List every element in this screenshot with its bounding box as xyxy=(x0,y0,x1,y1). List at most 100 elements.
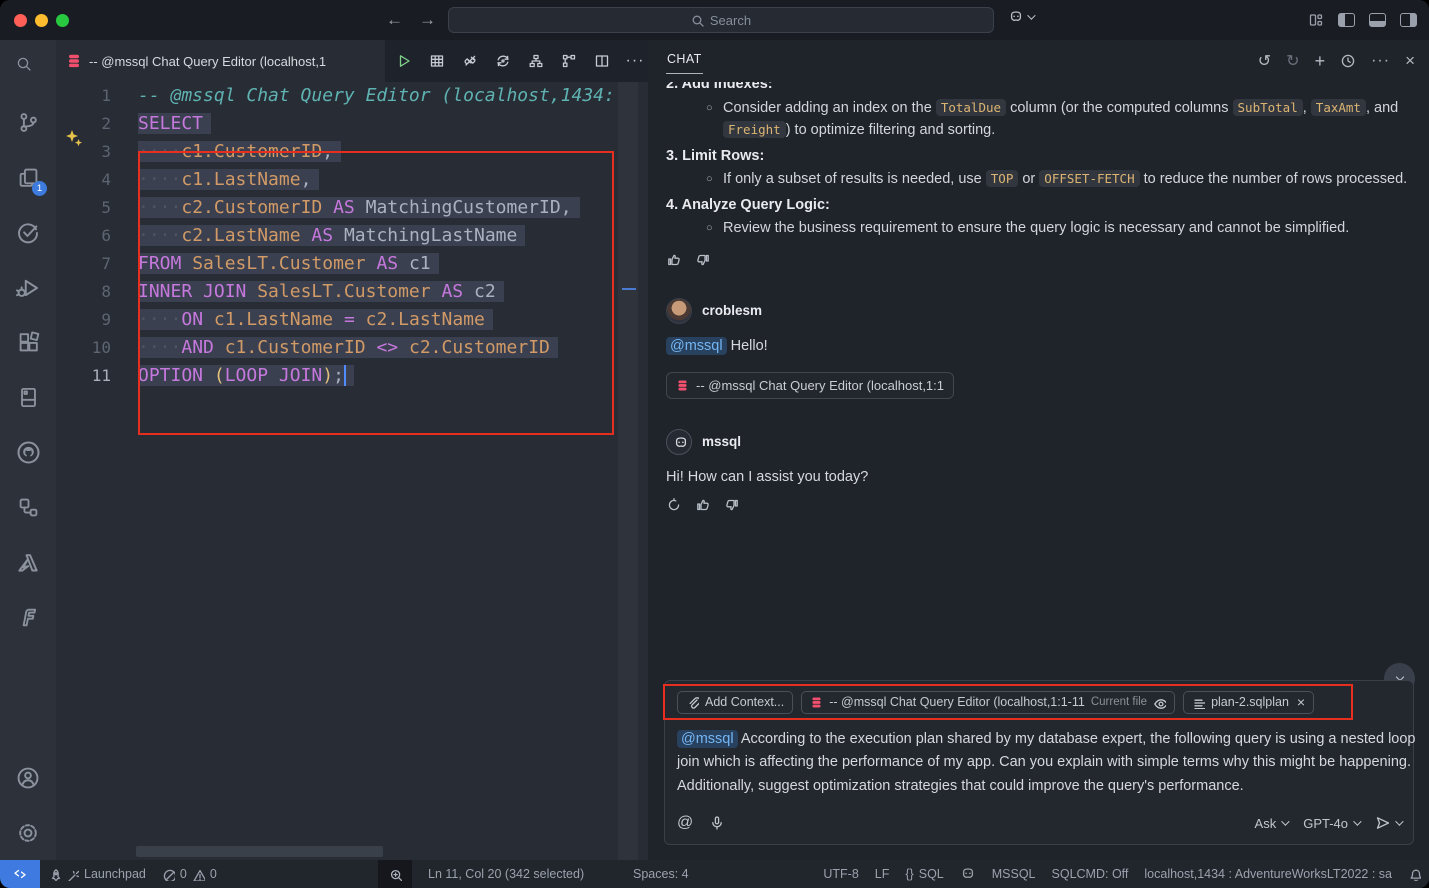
launchpad-button[interactable]: Launchpad xyxy=(40,860,154,888)
minimize-window-button[interactable] xyxy=(35,14,48,27)
new-chat-icon[interactable]: + xyxy=(1315,51,1326,72)
eye-icon[interactable] xyxy=(1153,696,1166,709)
thumbs-down-icon[interactable] xyxy=(724,497,740,513)
language-indicator[interactable]: {}SQL xyxy=(897,867,951,881)
toggle-panel-icon[interactable] xyxy=(1369,13,1386,27)
current-file-chip[interactable]: -- @mssql Chat Query Editor (localhost,1… xyxy=(801,691,1175,714)
message-attachment-chip[interactable]: -- @mssql Chat Query Editor (localhost,1… xyxy=(666,372,954,399)
sidebar-item-accounts[interactable] xyxy=(0,750,56,805)
mention-button[interactable]: @ xyxy=(677,814,693,832)
toggle-sidebar-icon[interactable] xyxy=(1338,13,1355,27)
code-line[interactable]: 2SELECT xyxy=(56,110,648,138)
text-cursor xyxy=(344,365,346,386)
tab-mssql-chat-query-editor[interactable]: -- @mssql Chat Query Editor (localhost,1 xyxy=(56,40,385,82)
code-line[interactable]: 4····c1.LastName, xyxy=(56,166,648,194)
thumbs-up-icon[interactable] xyxy=(666,252,682,268)
send-button[interactable] xyxy=(1375,815,1401,831)
code-line[interactable]: 6····c2.LastName AS MatchingLastName xyxy=(56,222,648,250)
code-token xyxy=(203,365,214,386)
code-token: ···· xyxy=(138,169,181,190)
code-editor[interactable]: 1-- @mssql Chat Query Editor (localhost,… xyxy=(56,82,648,860)
change-connection-button[interactable] xyxy=(490,48,516,74)
inline-code: OFFSET-FETCH xyxy=(1039,170,1139,187)
code-token: c2.LastName xyxy=(181,225,300,246)
copilot-menu-button[interactable] xyxy=(1008,9,1033,25)
mode-picker[interactable]: Ask xyxy=(1255,816,1288,831)
thumbs-down-icon[interactable] xyxy=(695,252,711,268)
problems-button[interactable]: 0 0 xyxy=(154,860,225,888)
editor-tab-bar: -- @mssql Chat Query Editor (localhost,1… xyxy=(56,40,648,82)
results-grid-button[interactable] xyxy=(424,48,450,74)
navigate-forward-icon[interactable]: → xyxy=(419,10,436,30)
sidebar-item-database-projects[interactable] xyxy=(0,370,56,425)
code-line[interactable]: 10····AND c1.CustomerID <> c2.CustomerID xyxy=(56,334,648,362)
code-token xyxy=(301,225,312,246)
code-line[interactable]: 1-- @mssql Chat Query Editor (localhost,… xyxy=(56,82,648,110)
notifications-button[interactable] xyxy=(1400,868,1429,881)
history-icon[interactable] xyxy=(1340,53,1356,69)
add-context-button[interactable]: Add Context... xyxy=(677,691,793,714)
text-segment: ) to optimize filtering and sorting. xyxy=(786,122,996,138)
run-query-button[interactable] xyxy=(391,48,417,74)
sidebar-item-github[interactable] xyxy=(0,425,56,480)
sidebar-item-source-control[interactable] xyxy=(0,95,56,150)
chevron-down-icon xyxy=(1027,11,1035,19)
encoding-indicator[interactable]: UTF-8 xyxy=(815,867,866,881)
eol-indicator[interactable]: LF xyxy=(867,867,898,881)
navigate-back-icon[interactable]: ← xyxy=(386,10,403,30)
sidebar-item-fabric[interactable] xyxy=(0,590,56,645)
close-window-button[interactable] xyxy=(14,14,27,27)
toggle-secondary-sidebar-icon[interactable] xyxy=(1400,13,1417,27)
code-line[interactable]: 11OPTION (LOOP JOIN); xyxy=(56,362,648,390)
editor-horizontal-scrollbar[interactable] xyxy=(136,846,383,857)
code-token: AS xyxy=(333,197,355,218)
close-icon[interactable]: × xyxy=(1405,51,1415,71)
retry-icon[interactable] xyxy=(666,497,682,513)
code-line[interactable]: 3····c1.CustomerID, xyxy=(56,138,648,166)
sidebar-item-run-and-debug[interactable] xyxy=(0,260,56,315)
copilot-status[interactable] xyxy=(952,866,984,882)
command-center-search[interactable]: Search xyxy=(448,7,994,33)
customize-layout-icon[interactable] xyxy=(1308,12,1324,28)
cursor-position[interactable]: Ln 11, Col 20 (342 selected) xyxy=(420,860,592,888)
copilot-sparkle-icon[interactable] xyxy=(64,129,84,149)
redo-icon[interactable]: ↻ xyxy=(1286,51,1299,71)
actual-plan-button[interactable] xyxy=(556,48,582,74)
chat-input-text[interactable]: @mssql According to the execution plan s… xyxy=(677,728,1429,799)
sidebar-item-testing[interactable] xyxy=(0,205,56,260)
code-line[interactable]: 9····ON c1.LastName = c2.LastName xyxy=(56,306,648,334)
code-line[interactable]: 7FROM SalesLT.Customer AS c1 xyxy=(56,250,648,278)
undo-icon[interactable]: ↺ xyxy=(1258,51,1271,71)
sidebar-item-extensions[interactable] xyxy=(0,315,56,370)
mention-chip[interactable]: @mssql xyxy=(666,337,727,355)
remote-indicator[interactable] xyxy=(0,860,40,888)
sqlcmd-status[interactable]: SQLCMD: Off xyxy=(1044,867,1137,881)
indentation-indicator[interactable]: Spaces: 4 xyxy=(625,860,697,888)
sidebar-item-settings[interactable] xyxy=(0,805,56,860)
disconnect-button[interactable] xyxy=(457,48,483,74)
editor-vertical-scrollbar[interactable] xyxy=(618,82,638,860)
zoom-window-button[interactable] xyxy=(56,14,69,27)
connection-status[interactable]: localhost,1434 : AdventureWorksLT2022 : … xyxy=(1136,867,1400,881)
zoom-indicator[interactable] xyxy=(378,860,412,888)
chat-input-box[interactable]: Add Context... -- @mssql Chat Query Edit… xyxy=(664,680,1414,846)
model-picker[interactable]: GPT-4o xyxy=(1303,816,1359,831)
remove-attachment-icon[interactable]: × xyxy=(1297,694,1305,710)
microphone-icon[interactable] xyxy=(709,815,725,831)
tab-chat[interactable]: CHAT xyxy=(666,48,703,74)
sidebar-item-explorer[interactable]: 1 xyxy=(0,150,56,205)
sqlplan-attachment-chip[interactable]: plan-2.sqlplan × xyxy=(1183,691,1314,714)
code-token: SalesLT.Customer xyxy=(192,253,365,274)
code-line[interactable]: 5····c2.CustomerID AS MatchingCustomerID… xyxy=(56,194,648,222)
code-line[interactable]: 8INNER JOIN SalesLT.Customer AS c2 xyxy=(56,278,648,306)
inline-code: SubTotal xyxy=(1233,99,1303,116)
split-editor-button[interactable] xyxy=(589,48,615,74)
sidebar-item-azure[interactable] xyxy=(0,535,56,590)
estimated-plan-button[interactable] xyxy=(523,48,549,74)
sidebar-item-search[interactable] xyxy=(0,40,56,95)
mssql-status[interactable]: MSSQL xyxy=(984,867,1044,881)
more-actions-button[interactable]: ··· xyxy=(622,48,648,74)
thumbs-up-icon[interactable] xyxy=(695,497,711,513)
more-icon[interactable]: ··· xyxy=(1371,52,1390,70)
sidebar-item-object-explorer[interactable] xyxy=(0,480,56,535)
